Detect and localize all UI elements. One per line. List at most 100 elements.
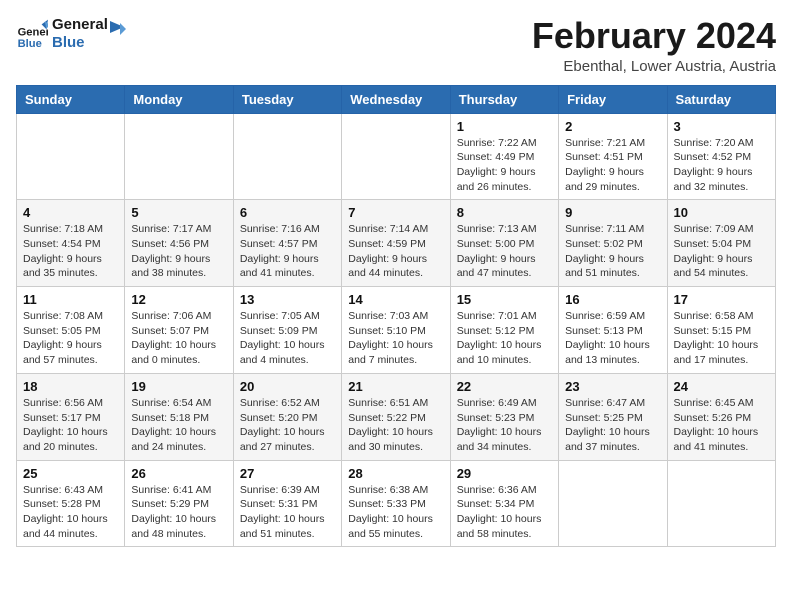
day-header-tuesday: Tuesday bbox=[233, 85, 341, 113]
cell-day-info: Sunrise: 7:03 AMSunset: 5:10 PMDaylight:… bbox=[348, 309, 443, 368]
cell-day-info: Sunrise: 6:52 AMSunset: 5:20 PMDaylight:… bbox=[240, 396, 335, 455]
day-header-wednesday: Wednesday bbox=[342, 85, 450, 113]
calendar-cell bbox=[342, 113, 450, 200]
cell-day-info: Sunrise: 6:45 AMSunset: 5:26 PMDaylight:… bbox=[674, 396, 769, 455]
svg-text:Blue: Blue bbox=[18, 38, 42, 50]
cell-day-number: 12 bbox=[131, 292, 226, 307]
cell-day-number: 8 bbox=[457, 205, 552, 220]
calendar-cell: 19 Sunrise: 6:54 AMSunset: 5:18 PMDayligh… bbox=[125, 373, 233, 460]
cell-day-number: 24 bbox=[674, 379, 769, 394]
cell-day-number: 23 bbox=[565, 379, 660, 394]
calendar-cell: 25 Sunrise: 6:43 AMSunset: 5:28 PMDayligh… bbox=[17, 460, 125, 547]
calendar-week-row: 18 Sunrise: 6:56 AMSunset: 5:17 PMDayligh… bbox=[17, 373, 776, 460]
cell-day-number: 16 bbox=[565, 292, 660, 307]
cell-day-info: Sunrise: 6:54 AMSunset: 5:18 PMDaylight:… bbox=[131, 396, 226, 455]
day-header-monday: Monday bbox=[125, 85, 233, 113]
cell-day-number: 27 bbox=[240, 466, 335, 481]
cell-day-info: Sunrise: 6:47 AMSunset: 5:25 PMDaylight:… bbox=[565, 396, 660, 455]
calendar-week-row: 11 Sunrise: 7:08 AMSunset: 5:05 PMDayligh… bbox=[17, 287, 776, 374]
cell-day-info: Sunrise: 7:22 AMSunset: 4:49 PMDaylight:… bbox=[457, 136, 552, 195]
cell-day-info: Sunrise: 7:16 AMSunset: 4:57 PMDaylight:… bbox=[240, 222, 335, 281]
calendar-cell bbox=[17, 113, 125, 200]
cell-day-number: 29 bbox=[457, 466, 552, 481]
calendar-cell: 6 Sunrise: 7:16 AMSunset: 4:57 PMDaylight… bbox=[233, 200, 341, 287]
calendar-cell bbox=[667, 460, 775, 547]
cell-day-info: Sunrise: 7:01 AMSunset: 5:12 PMDaylight:… bbox=[457, 309, 552, 368]
calendar-cell: 4 Sunrise: 7:18 AMSunset: 4:54 PMDaylight… bbox=[17, 200, 125, 287]
calendar-cell bbox=[125, 113, 233, 200]
calendar-cell: 5Sunrise: 7:17 AMSunset: 4:56 PMDaylight… bbox=[125, 200, 233, 287]
cell-day-info: Sunrise: 7:17 AMSunset: 4:56 PMDaylight:… bbox=[131, 222, 226, 281]
cell-day-info: Sunrise: 7:09 AMSunset: 5:04 PMDaylight:… bbox=[674, 222, 769, 281]
location-subtitle: Ebenthal, Lower Austria, Austria bbox=[532, 58, 776, 75]
cell-day-info: Sunrise: 6:36 AMSunset: 5:34 PMDaylight:… bbox=[457, 483, 552, 542]
calendar-cell: 11 Sunrise: 7:08 AMSunset: 5:05 PMDayligh… bbox=[17, 287, 125, 374]
calendar-cell bbox=[559, 460, 667, 547]
cell-day-info: Sunrise: 7:18 AMSunset: 4:54 PMDaylight:… bbox=[23, 222, 118, 281]
cell-day-number: 14 bbox=[348, 292, 443, 307]
calendar-week-row: 4 Sunrise: 7:18 AMSunset: 4:54 PMDaylight… bbox=[17, 200, 776, 287]
cell-day-info: Sunrise: 7:11 AMSunset: 5:02 PMDaylight:… bbox=[565, 222, 660, 281]
cell-day-number: 4 bbox=[23, 205, 118, 220]
day-header-friday: Friday bbox=[559, 85, 667, 113]
cell-day-info: Sunrise: 6:51 AMSunset: 5:22 PMDaylight:… bbox=[348, 396, 443, 455]
cell-day-number: 7 bbox=[348, 205, 443, 220]
logo: General Blue General Blue bbox=[16, 16, 128, 52]
cell-day-number: 28 bbox=[348, 466, 443, 481]
cell-day-number: 15 bbox=[457, 292, 552, 307]
cell-day-number: 19 bbox=[131, 379, 226, 394]
cell-day-info: Sunrise: 6:43 AMSunset: 5:28 PMDaylight:… bbox=[23, 483, 118, 542]
calendar-cell: 1 Sunrise: 7:22 AMSunset: 4:49 PMDaylight… bbox=[450, 113, 558, 200]
cell-day-number: 6 bbox=[240, 205, 335, 220]
cell-day-number: 21 bbox=[348, 379, 443, 394]
calendar-cell: 9 Sunrise: 7:11 AMSunset: 5:02 PMDaylight… bbox=[559, 200, 667, 287]
cell-day-number: 22 bbox=[457, 379, 552, 394]
calendar-cell bbox=[233, 113, 341, 200]
logo-flag-icon bbox=[106, 19, 128, 41]
calendar-cell: 14 Sunrise: 7:03 AMSunset: 5:10 PMDayligh… bbox=[342, 287, 450, 374]
day-header-sunday: Sunday bbox=[17, 85, 125, 113]
cell-day-number: 18 bbox=[23, 379, 118, 394]
calendar-cell: 15 Sunrise: 7:01 AMSunset: 5:12 PMDayligh… bbox=[450, 287, 558, 374]
calendar-week-row: 25 Sunrise: 6:43 AMSunset: 5:28 PMDayligh… bbox=[17, 460, 776, 547]
calendar-week-row: 1 Sunrise: 7:22 AMSunset: 4:49 PMDaylight… bbox=[17, 113, 776, 200]
calendar-cell: 28 Sunrise: 6:38 AMSunset: 5:33 PMDayligh… bbox=[342, 460, 450, 547]
calendar-cell: 10Sunrise: 7:09 AMSunset: 5:04 PMDayligh… bbox=[667, 200, 775, 287]
cell-day-info: Sunrise: 7:21 AMSunset: 4:51 PMDaylight:… bbox=[565, 136, 660, 195]
cell-day-number: 1 bbox=[457, 119, 552, 134]
calendar-cell: 21 Sunrise: 6:51 AMSunset: 5:22 PMDayligh… bbox=[342, 373, 450, 460]
cell-day-number: 17 bbox=[674, 292, 769, 307]
calendar-cell: 18 Sunrise: 6:56 AMSunset: 5:17 PMDayligh… bbox=[17, 373, 125, 460]
calendar-cell: 8Sunrise: 7:13 AMSunset: 5:00 PMDaylight… bbox=[450, 200, 558, 287]
cell-day-info: Sunrise: 6:59 AMSunset: 5:13 PMDaylight:… bbox=[565, 309, 660, 368]
month-title: February 2024 bbox=[532, 16, 776, 56]
cell-day-info: Sunrise: 7:06 AMSunset: 5:07 PMDaylight:… bbox=[131, 309, 226, 368]
cell-day-info: Sunrise: 7:08 AMSunset: 5:05 PMDaylight:… bbox=[23, 309, 118, 368]
cell-day-number: 3 bbox=[674, 119, 769, 134]
calendar-cell: 3 Sunrise: 7:20 AMSunset: 4:52 PMDaylight… bbox=[667, 113, 775, 200]
cell-day-info: Sunrise: 6:39 AMSunset: 5:31 PMDaylight:… bbox=[240, 483, 335, 542]
title-area: February 2024 Ebenthal, Lower Austria, A… bbox=[532, 16, 776, 75]
calendar-cell: 29 Sunrise: 6:36 AMSunset: 5:34 PMDayligh… bbox=[450, 460, 558, 547]
cell-day-info: Sunrise: 6:49 AMSunset: 5:23 PMDaylight:… bbox=[457, 396, 552, 455]
cell-day-info: Sunrise: 6:38 AMSunset: 5:33 PMDaylight:… bbox=[348, 483, 443, 542]
calendar-cell: 22 Sunrise: 6:49 AMSunset: 5:23 PMDayligh… bbox=[450, 373, 558, 460]
calendar-cell: 17Sunrise: 6:58 AMSunset: 5:15 PMDayligh… bbox=[667, 287, 775, 374]
calendar-cell: 24 Sunrise: 6:45 AMSunset: 5:26 PMDayligh… bbox=[667, 373, 775, 460]
calendar-cell: 7Sunrise: 7:14 AMSunset: 4:59 PMDaylight… bbox=[342, 200, 450, 287]
day-header-thursday: Thursday bbox=[450, 85, 558, 113]
cell-day-number: 25 bbox=[23, 466, 118, 481]
cell-day-number: 2 bbox=[565, 119, 660, 134]
logo-icon: General Blue bbox=[16, 18, 48, 50]
calendar-cell: 26 Sunrise: 6:41 AMSunset: 5:29 PMDayligh… bbox=[125, 460, 233, 547]
cell-day-number: 11 bbox=[23, 292, 118, 307]
cell-day-info: Sunrise: 6:56 AMSunset: 5:17 PMDaylight:… bbox=[23, 396, 118, 455]
cell-day-number: 26 bbox=[131, 466, 226, 481]
cell-day-number: 13 bbox=[240, 292, 335, 307]
logo-blue: Blue bbox=[52, 34, 108, 52]
cell-day-info: Sunrise: 6:41 AMSunset: 5:29 PMDaylight:… bbox=[131, 483, 226, 542]
cell-day-info: Sunrise: 7:20 AMSunset: 4:52 PMDaylight:… bbox=[674, 136, 769, 195]
page-header: General Blue General Blue February 2024 … bbox=[16, 16, 776, 75]
calendar-table: SundayMondayTuesdayWednesdayThursdayFrid… bbox=[16, 85, 776, 548]
cell-day-number: 9 bbox=[565, 205, 660, 220]
